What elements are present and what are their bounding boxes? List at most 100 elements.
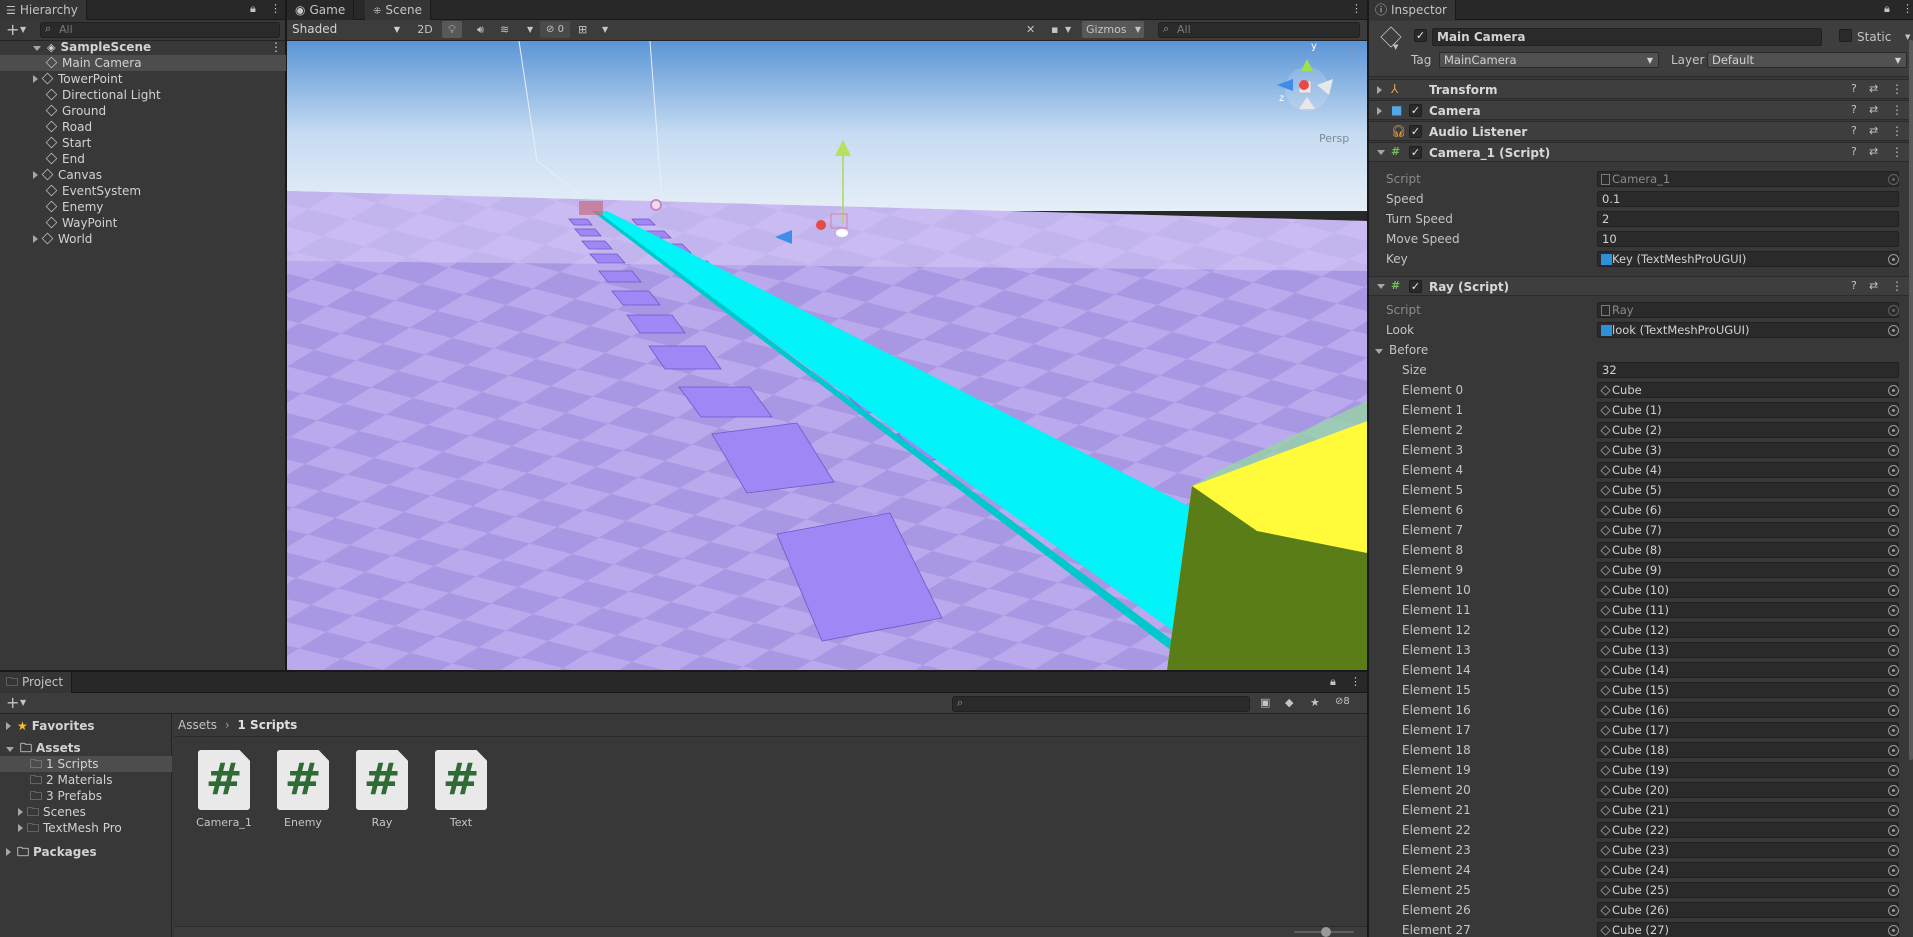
- enabled-checkbox[interactable]: ✓: [1409, 104, 1422, 117]
- element-object-field[interactable]: Cube (17): [1597, 722, 1899, 738]
- object-picker-icon[interactable]: [1888, 825, 1899, 836]
- tree-assets[interactable]: 🗀︎ Assets: [0, 740, 172, 756]
- object-picker-icon[interactable]: [1888, 485, 1899, 496]
- enabled-checkbox[interactable]: ✓: [1409, 146, 1422, 159]
- object-picker-icon[interactable]: [1888, 605, 1899, 616]
- object-picker-icon[interactable]: [1888, 545, 1899, 556]
- label-icon[interactable]: ◆: [1285, 696, 1293, 709]
- chevron-down-icon[interactable]: ▼: [1065, 25, 1071, 34]
- object-picker-icon[interactable]: [1888, 905, 1899, 916]
- breadcrumb-assets[interactable]: Assets: [178, 718, 217, 732]
- object-picker-icon[interactable]: [1888, 665, 1899, 676]
- hidden-packages-icon[interactable]: ⊘8: [1335, 696, 1350, 707]
- expand-arrow-icon[interactable]: [1377, 86, 1382, 94]
- expand-arrow-icon[interactable]: [33, 171, 38, 179]
- more-menu-icon[interactable]: ⋮: [1891, 124, 1903, 138]
- array-size-input[interactable]: 32: [1597, 362, 1899, 378]
- more-menu-icon[interactable]: ⋮: [1351, 2, 1362, 15]
- element-object-field[interactable]: Cube (22): [1597, 822, 1899, 838]
- scene-viewport[interactable]: y z Persp ✕: [287, 41, 1367, 670]
- before-array-foldout[interactable]: Before: [1375, 342, 1428, 358]
- tools-icon[interactable]: ✕: [1026, 23, 1035, 36]
- object-picker-icon[interactable]: [1888, 645, 1899, 656]
- hierarchy-item[interactable]: Main Camera: [0, 55, 286, 71]
- expand-arrow-icon[interactable]: [6, 747, 14, 752]
- element-object-field[interactable]: Cube (21): [1597, 802, 1899, 818]
- object-picker-icon[interactable]: [1888, 425, 1899, 436]
- script-file-icon[interactable]: #: [356, 750, 408, 810]
- lighting-toggle-button[interactable]: 💡︎: [442, 21, 462, 38]
- expand-arrow-icon[interactable]: [33, 46, 41, 51]
- key-object-field[interactable]: Key (TextMeshProUGUI): [1597, 251, 1899, 267]
- hierarchy-item[interactable]: Road: [0, 119, 286, 135]
- object-name-field[interactable]: Main Camera: [1432, 28, 1822, 46]
- move-speed-input[interactable]: 10: [1597, 231, 1899, 247]
- scene-root[interactable]: ◈ SampleScene ⋮: [0, 39, 286, 55]
- object-picker-icon[interactable]: [1888, 405, 1899, 416]
- element-object-field[interactable]: Cube (8): [1597, 542, 1899, 558]
- project-search-input[interactable]: [952, 696, 1250, 712]
- inspector-scrollbar[interactable]: [1909, 40, 1913, 760]
- tree-folder[interactable]: 🗀︎ Scenes: [0, 804, 172, 820]
- expand-arrow-icon[interactable]: [18, 808, 23, 816]
- element-object-field[interactable]: Cube (4): [1597, 462, 1899, 478]
- search-by-type-icon[interactable]: ▣: [1260, 696, 1270, 709]
- object-picker-icon[interactable]: [1888, 765, 1899, 776]
- element-object-field[interactable]: Cube (12): [1597, 622, 1899, 638]
- help-icon[interactable]: ?: [1851, 279, 1857, 292]
- tab-game[interactable]: ◉ Game: [287, 0, 355, 20]
- tag-dropdown[interactable]: MainCamera ▼: [1439, 52, 1659, 68]
- expand-arrow-icon[interactable]: [33, 75, 38, 83]
- component-transform[interactable]: ⅄ Transform ? ⇄ ⋮: [1369, 79, 1913, 99]
- add-icon[interactable]: +: [6, 693, 19, 713]
- scene-search-input[interactable]: All: [1158, 22, 1360, 38]
- object-picker-icon[interactable]: [1888, 565, 1899, 576]
- object-picker-icon[interactable]: [1888, 385, 1899, 396]
- object-picker-icon[interactable]: [1888, 505, 1899, 516]
- preset-icon[interactable]: ⇄: [1869, 103, 1878, 116]
- tree-folder[interactable]: 🗀︎ 1 Scripts: [0, 756, 172, 772]
- script-file-icon[interactable]: #: [198, 750, 250, 810]
- layer-dropdown[interactable]: Default ▼: [1707, 52, 1907, 68]
- component-ray-script[interactable]: # ✓ Ray (Script) ? ⇄ ⋮: [1369, 276, 1913, 296]
- element-object-field[interactable]: Cube: [1597, 382, 1899, 398]
- chevron-down-icon[interactable]: ▼: [20, 698, 26, 707]
- element-object-field[interactable]: Cube (15): [1597, 682, 1899, 698]
- camera-icon[interactable]: ▪: [1051, 23, 1058, 36]
- hierarchy-item[interactable]: End: [0, 151, 286, 167]
- element-object-field[interactable]: Cube (1): [1597, 402, 1899, 418]
- object-picker-icon[interactable]: [1888, 525, 1899, 536]
- more-menu-icon[interactable]: ⋮: [270, 2, 281, 15]
- enabled-checkbox[interactable]: ✓: [1409, 125, 1422, 138]
- icon-size-slider-handle[interactable]: [1321, 927, 1331, 937]
- preset-icon[interactable]: ⇄: [1869, 145, 1878, 158]
- object-picker-icon[interactable]: [1888, 865, 1899, 876]
- element-object-field[interactable]: Cube (26): [1597, 902, 1899, 918]
- element-object-field[interactable]: Cube (25): [1597, 882, 1899, 898]
- expand-arrow-icon[interactable]: [33, 235, 38, 243]
- script-file-icon[interactable]: #: [435, 750, 487, 810]
- element-object-field[interactable]: Cube (6): [1597, 502, 1899, 518]
- element-object-field[interactable]: Cube (13): [1597, 642, 1899, 658]
- close-icon[interactable]: ✕: [1349, 48, 1357, 59]
- hierarchy-search-input[interactable]: All: [40, 22, 280, 38]
- gizmos-dropdown[interactable]: Gizmos ▼: [1082, 21, 1144, 38]
- object-picker-icon[interactable]: [1888, 845, 1899, 856]
- element-object-field[interactable]: Cube (18): [1597, 742, 1899, 758]
- element-object-field[interactable]: Cube (20): [1597, 782, 1899, 798]
- expand-arrow-icon[interactable]: [6, 848, 11, 856]
- object-picker-icon[interactable]: [1888, 325, 1899, 336]
- tab-scene[interactable]: ⁜ Scene: [365, 0, 431, 20]
- speed-input[interactable]: 0.1: [1597, 191, 1899, 207]
- chevron-down-icon[interactable]: ▼: [20, 25, 26, 34]
- more-menu-icon[interactable]: ⋮: [1350, 675, 1361, 688]
- chevron-down-icon[interactable]: ▼: [602, 25, 608, 34]
- favorite-star-icon[interactable]: ★: [1310, 696, 1320, 709]
- lock-icon[interactable]: 🔒︎: [1330, 675, 1336, 689]
- look-object-field[interactable]: look (TextMeshProUGUI): [1597, 322, 1899, 338]
- component-camera[interactable]: ■ ✓ Camera ? ⇄ ⋮: [1369, 100, 1913, 120]
- element-object-field[interactable]: Cube (5): [1597, 482, 1899, 498]
- hierarchy-item[interactable]: Canvas: [0, 167, 286, 183]
- element-object-field[interactable]: Cube (2): [1597, 422, 1899, 438]
- breadcrumb-current[interactable]: 1 Scripts: [238, 718, 298, 732]
